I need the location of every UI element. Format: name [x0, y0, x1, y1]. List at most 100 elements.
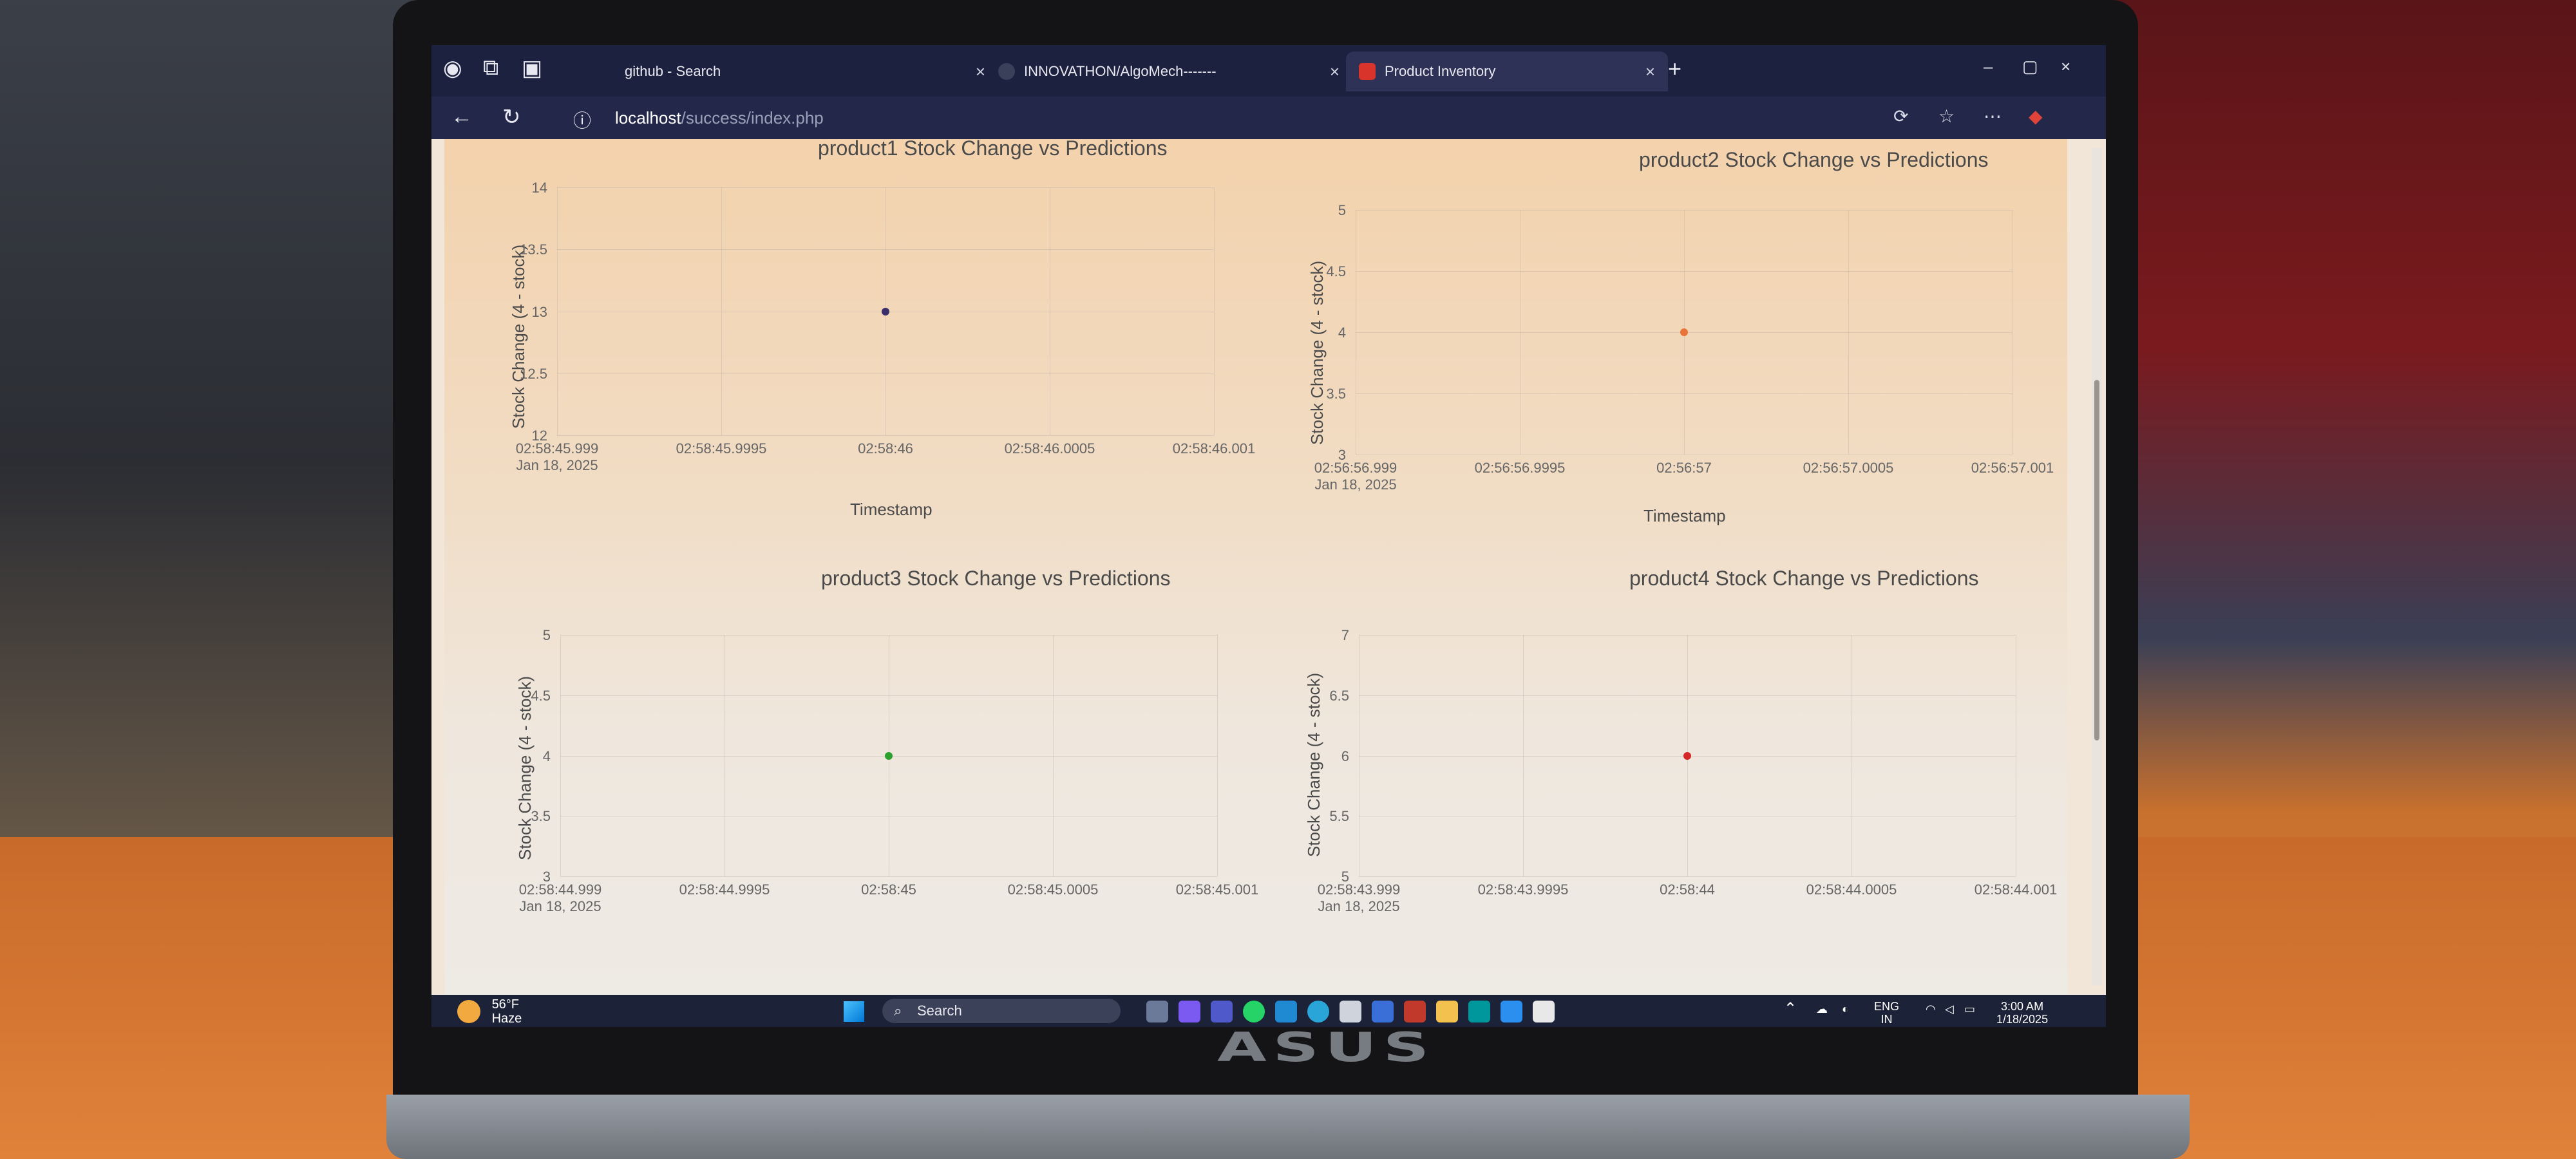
- gridline-v: [724, 635, 725, 876]
- data-point[interactable]: [882, 307, 889, 316]
- clock[interactable]: 3:00 AM 1/18/2025: [1996, 1000, 2048, 1026]
- url-field[interactable]: localhost/success/index.php: [615, 108, 824, 128]
- data-point[interactable]: [1683, 751, 1691, 760]
- maximize-button[interactable]: ▢: [2022, 57, 2038, 77]
- mcafee-tray-icon[interactable]: ◐: [1842, 1003, 1849, 1015]
- x-tick-label: 02:58:45.999 Jan 18, 2025: [515, 440, 599, 473]
- search-icon: ⌕: [894, 1003, 902, 1019]
- x-tick-label: 02:58:45.001: [1175, 881, 1259, 898]
- tab-label: INNOVATHON/AlgoMech-------: [1024, 63, 1217, 79]
- chevron-up-icon[interactable]: ⌃: [1784, 1001, 1797, 1017]
- weather-icon: [457, 1000, 480, 1023]
- y-tick-label: 12.5: [520, 365, 547, 382]
- x-tick-label: 02:58:43.9995: [1477, 881, 1569, 898]
- weather-widget[interactable]: 56°F Haze: [457, 997, 522, 1026]
- chart-product1: product1 Stock Change vs Predictions Sto…: [444, 137, 1255, 551]
- start-button-icon[interactable]: [844, 1001, 864, 1022]
- file-explorer-icon[interactable]: [1436, 1001, 1458, 1022]
- tab-actions-icon[interactable]: ▣: [522, 55, 542, 81]
- x-tick-label: 02:56:57.001: [1971, 460, 2054, 476]
- x-tick-label: 02:58:46.001: [1172, 440, 1256, 457]
- new-tab-button[interactable]: +: [1668, 55, 1681, 82]
- volume-icon[interactable]: ◁: [1945, 1003, 1954, 1015]
- arduino-icon[interactable]: [1468, 1001, 1490, 1022]
- onedrive-icon[interactable]: ☁: [1816, 1003, 1828, 1015]
- x-tick-label: 02:58:44: [1660, 881, 1715, 898]
- x-tick-label: 02:58:45: [861, 881, 916, 898]
- clock-date: 1/18/2025: [1996, 1013, 2049, 1026]
- gridline-h: [560, 876, 1217, 877]
- copilot-icon[interactable]: ◆: [2029, 106, 2043, 127]
- x-tick-label: 02:58:44.9995: [679, 881, 770, 898]
- profile-icon[interactable]: ◉: [443, 55, 462, 81]
- edge-icon[interactable]: [1307, 1001, 1329, 1022]
- tab-product-inventory[interactable]: Product Inventory ×: [1346, 52, 1668, 91]
- x-tick-label: 02:58:45.9995: [676, 440, 767, 457]
- close-icon[interactable]: ×: [1330, 62, 1340, 82]
- clock-time: 3:00 AM: [2001, 1000, 2044, 1013]
- scrollbar-thumb[interactable]: [2094, 380, 2099, 740]
- notepad-icon[interactable]: [1501, 1001, 1522, 1022]
- taskbar-search[interactable]: ⌕ Search: [882, 999, 1121, 1023]
- laptop-screen: ◉ ⧉ ▣ github - Search × INNOVATHON/AlgoM…: [431, 45, 2106, 1027]
- tab-github-search[interactable]: github - Search ×: [625, 52, 985, 91]
- url-path: /success/index.php: [681, 108, 824, 127]
- vscode-icon[interactable]: [1275, 1001, 1297, 1022]
- mcafee-icon[interactable]: [1404, 1001, 1426, 1022]
- y-tick-label: 5: [542, 627, 551, 643]
- weather-desc: Haze: [491, 1012, 522, 1026]
- y-tick-label: 4: [542, 748, 551, 764]
- refresh-icon[interactable]: ↻: [502, 104, 521, 130]
- task-view-icon[interactable]: [1146, 1001, 1168, 1022]
- laptop-logo: ASUS: [1217, 1024, 1435, 1071]
- editor-icon[interactable]: [1533, 1001, 1555, 1022]
- x-tick-label: 02:58:44.999 Jan 18, 2025: [518, 881, 602, 914]
- weather-temp: 56°F: [491, 997, 520, 1012]
- loading-icon: [998, 63, 1015, 80]
- y-tick-label: 5.5: [1329, 808, 1349, 825]
- whatsapp-icon[interactable]: [1243, 1001, 1265, 1022]
- gridline-v: [1053, 635, 1054, 876]
- battery-icon[interactable]: ▭: [1964, 1003, 1975, 1015]
- laptop-base: [386, 1095, 2190, 1159]
- x-tick-label: 02:56:56.9995: [1474, 460, 1566, 476]
- close-icon[interactable]: ×: [1645, 62, 1655, 82]
- lang-top: ENG: [1874, 1000, 1900, 1013]
- gridline-v: [721, 187, 722, 435]
- chart-title: product1 Stock Change vs Predictions: [818, 137, 1168, 160]
- x-tick-label: 02:58:43.999 Jan 18, 2025: [1317, 881, 1401, 914]
- data-point[interactable]: [1680, 328, 1688, 336]
- close-window-button[interactable]: ×: [2061, 57, 2070, 77]
- chart-title: product4 Stock Change vs Predictions: [1629, 567, 1979, 590]
- app-icon[interactable]: [1372, 1001, 1394, 1022]
- y-axis-title: Stock Change (4 - stock): [1307, 260, 1327, 445]
- gridline-h: [1359, 876, 2016, 877]
- x-tick-label: 02:58:45.0005: [1007, 881, 1099, 898]
- gridline-v: [1217, 635, 1218, 876]
- language-indicator[interactable]: ENG IN: [1874, 1000, 1899, 1026]
- copilot-app-icon[interactable]: [1179, 1001, 1200, 1022]
- y-tick-label: 4.5: [1326, 263, 1346, 279]
- close-icon[interactable]: ×: [976, 62, 985, 82]
- store-icon[interactable]: [1340, 1001, 1361, 1022]
- extensions-icon[interactable]: ⟳: [1893, 106, 1908, 127]
- search-label: Search: [917, 1003, 962, 1019]
- url-host: localhost: [615, 108, 681, 127]
- tab-innovathon[interactable]: INNOVATHON/AlgoMech------- ×: [998, 52, 1340, 91]
- more-icon[interactable]: ⋯: [1984, 106, 2002, 127]
- y-tick-label: 4.5: [531, 687, 551, 704]
- favorites-icon[interactable]: ☆: [1938, 106, 1955, 127]
- y-tick-label: 6.5: [1329, 687, 1349, 704]
- gridline-v: [557, 187, 558, 435]
- x-axis-title: Timestamp: [1643, 506, 1726, 525]
- wifi-icon[interactable]: ◠: [1926, 1003, 1936, 1015]
- x-tick-label: 02:56:57.0005: [1803, 460, 1894, 476]
- y-tick-label: 7: [1341, 627, 1349, 643]
- workspaces-icon[interactable]: ⧉: [483, 55, 498, 80]
- teams-icon[interactable]: [1211, 1001, 1233, 1022]
- chart-product2: product2 Stock Change vs Predictions Sto…: [1256, 139, 2054, 558]
- info-icon[interactable]: ⓘ: [573, 107, 591, 133]
- data-point[interactable]: [885, 751, 893, 760]
- back-arrow-icon[interactable]: ←: [451, 104, 473, 129]
- minimize-button[interactable]: –: [1984, 57, 1993, 77]
